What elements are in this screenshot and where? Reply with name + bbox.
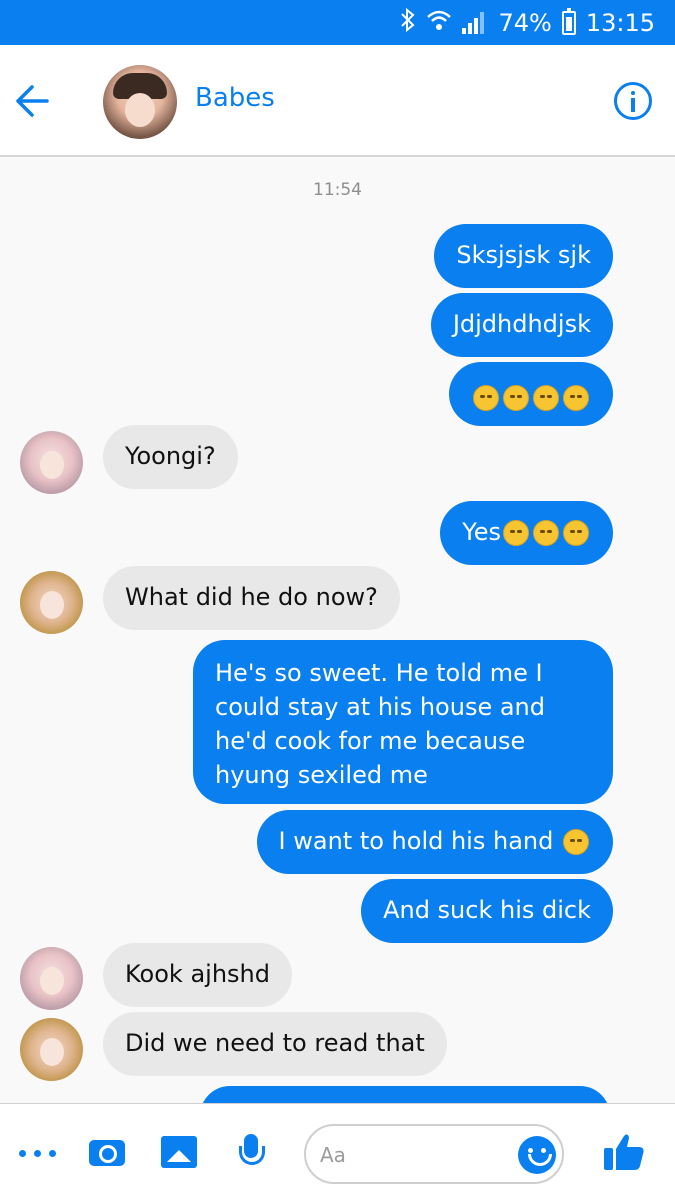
message-text: Yoongi? [125,442,216,470]
message-bubble-outgoing[interactable]: I want to hold his hand [256,810,613,874]
status-icons: 74% 13:15 [400,7,655,38]
message-text: Kook ajhshd [125,960,270,988]
battery-icon [561,8,576,35]
back-arrow-icon[interactable] [14,83,50,119]
message-bubble-outgoing[interactable]: Yes [440,501,613,565]
message-bubble-outgoing[interactable]: Sksjsjsk sjk [434,224,613,288]
upside-down-face-icon [503,385,529,411]
signal-icon [462,12,488,34]
message-text: I want to hold his hand [278,827,554,855]
microphone-icon[interactable] [232,1132,272,1172]
wifi-icon [426,9,452,37]
message-bubble-incoming[interactable]: Yoongi? [103,425,238,489]
message-text: What did he do now? [125,583,378,611]
message-input-wrapper[interactable] [304,1124,564,1184]
contact-name[interactable]: Babes [195,83,275,113]
worried-face-icon [563,829,589,855]
upside-down-face-icon [563,385,589,411]
message-text: Did we need to read that [125,1029,425,1057]
contact-avatar[interactable] [103,65,177,139]
message-text: He's so sweet. He told me I could stay a… [215,659,545,789]
battery-percent: 74% [498,9,552,37]
sender-avatar[interactable] [20,431,83,494]
gallery-icon[interactable] [160,1132,200,1172]
message-bubble-outgoing[interactable]: And suck his dick [361,879,613,943]
message-bubble-incoming[interactable]: What did he do now? [103,566,400,630]
message-timestamp: 11:54 [313,180,362,200]
more-options-icon[interactable] [18,1132,58,1172]
message-composer [0,1103,675,1200]
message-bubble-outgoing[interactable]: He's so sweet. He told me I could stay a… [193,640,613,804]
message-bubble-incoming[interactable]: Did we need to read that [103,1012,447,1076]
message-input[interactable] [320,1139,500,1171]
message-bubble-outgoing[interactable]: Jdjdhdhdjsk [430,293,613,357]
emoji-icon[interactable] [518,1136,556,1174]
camera-icon[interactable] [88,1132,128,1172]
message-bubble-incoming[interactable]: Kook ajhshd [103,943,292,1007]
sender-avatar[interactable] [20,1018,83,1081]
loudly-crying-face-icon [563,520,589,546]
sender-avatar[interactable] [20,947,83,1010]
sender-avatar[interactable] [20,571,83,634]
bluetooth-icon [400,7,416,38]
thumbs-up-icon[interactable] [602,1132,648,1172]
message-bubble-outgoing[interactable] [449,362,613,426]
message-text: Yes [462,518,501,546]
upside-down-face-icon [533,385,559,411]
message-text: Sksjsjsk sjk [456,241,591,269]
info-icon[interactable] [614,82,652,120]
clock-time: 13:15 [585,9,655,37]
loudly-crying-face-icon [533,520,559,546]
loudly-crying-face-icon [503,520,529,546]
status-bar: 74% 13:15 [0,0,675,45]
conversation-header: Babes [0,45,675,157]
message-text: Jdjdhdhdjsk [452,310,591,338]
upside-down-face-icon [473,385,499,411]
message-text: And suck his dick [383,896,591,924]
